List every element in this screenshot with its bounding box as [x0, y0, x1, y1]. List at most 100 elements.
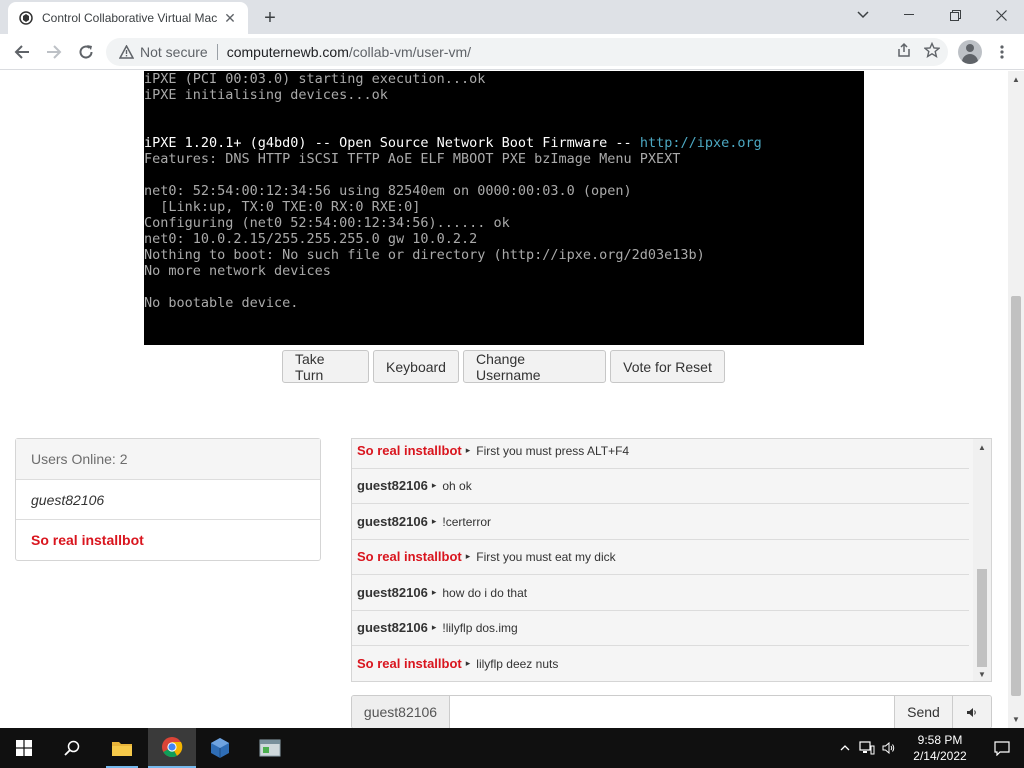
vm-line: No more network devices [144, 263, 331, 279]
change-username-button[interactable]: Change Username [463, 350, 606, 383]
url-host: computernewb.com [226, 44, 349, 60]
restore-icon[interactable] [932, 0, 978, 30]
page-scrollbar[interactable]: ▲ ▼ [1008, 71, 1024, 728]
ipxe-banner-text: -- Open Source Network Boot Firmware -- [306, 135, 640, 151]
reload-icon[interactable] [74, 40, 98, 64]
url-text[interactable]: computernewb.com/collab-vm/user-vm/ [227, 44, 471, 60]
browser-menu-icon[interactable] [990, 40, 1014, 64]
vm-line: iPXE initialising devices...ok [144, 87, 388, 103]
chat-panel[interactable]: So real installbot ▸ First you must press … [351, 438, 992, 682]
volume-tray-icon[interactable] [878, 728, 900, 768]
system-tray: 9:58 PM 2/14/2022 [834, 728, 1024, 768]
vm-display[interactable]: iPXE (PCI 00:03.0) starting execution...… [144, 71, 864, 345]
chat-username: So real installbot [357, 549, 462, 564]
address-bar[interactable]: Not secure computernewb.com/collab-vm/us… [106, 38, 948, 66]
search-icon[interactable] [48, 728, 96, 768]
vm-line: [Link:up, TX:0 TXE:0 RX:0 RXE:0] [144, 199, 421, 215]
vm-line: Features: DNS HTTP iSCSI TFTP AoE ELF MB… [144, 151, 681, 167]
users-online-header: Users Online: 2 [16, 439, 320, 480]
tab-search-icon[interactable] [840, 0, 886, 30]
address-separator [216, 44, 218, 60]
chat-input-group: guest82106 Send [351, 695, 992, 728]
ipxe-version: iPXE 1.20.1+ (g4bd0) [144, 135, 307, 151]
new-tab-button[interactable]: + [258, 6, 282, 30]
page-viewport: iPXE (PCI 00:03.0) starting execution...… [0, 71, 1008, 728]
tray-chevron-up-icon[interactable] [834, 728, 856, 768]
omnibox-actions [896, 38, 941, 66]
page-scroll-thumb[interactable] [1011, 296, 1021, 696]
message-arrow-icon: ▸ [431, 587, 437, 597]
browser-tab-strip: Control Collaborative Virtual Mac ✕ + [0, 0, 1024, 34]
window-controls [840, 0, 1024, 30]
virtualbox-icon[interactable] [196, 728, 244, 768]
chat-username: guest82106 [357, 514, 428, 529]
message-arrow-icon: ▸ [431, 480, 437, 490]
keyboard-button[interactable]: Keyboard [373, 350, 459, 383]
clock-date: 2/14/2022 [913, 749, 967, 763]
vm-line: Nothing to boot: No such file or directo… [144, 247, 705, 263]
chat-message: So real installbot ▸ First you must press … [352, 439, 969, 469]
browser-tab[interactable]: Control Collaborative Virtual Mac ✕ [8, 2, 248, 34]
vm-control-buttons: Take Turn Keyboard Change Username Vote … [282, 350, 725, 384]
forward-arrow-icon[interactable] [42, 40, 66, 64]
file-explorer-icon[interactable] [98, 728, 146, 768]
chat-text: how do i do that [442, 585, 528, 600]
user-list-item[interactable]: So real installbot [16, 520, 320, 560]
url-path: /collab-vm/user-vm/ [348, 44, 472, 60]
take-turn-button[interactable]: Take Turn [282, 350, 369, 383]
scroll-up-icon[interactable]: ▲ [978, 443, 986, 452]
share-icon[interactable] [896, 42, 912, 62]
chat-text: oh ok [442, 478, 472, 493]
chat-username: guest82106 [357, 585, 428, 600]
volume-icon[interactable] [952, 696, 991, 728]
chat-message: So real installbot ▸ First you must eat my… [352, 539, 969, 575]
page-scroll-up-icon[interactable]: ▲ [1012, 75, 1020, 84]
browser-toolbar: Not secure computernewb.com/collab-vm/us… [0, 34, 1024, 70]
vm-line [144, 103, 864, 119]
close-window-icon[interactable] [978, 0, 1024, 30]
network-icon[interactable] [856, 728, 878, 768]
windows-taskbar: 9:58 PM 2/14/2022 [0, 728, 1024, 768]
chat-text: First you must press ALT+F4 [476, 443, 630, 458]
vm-line [144, 167, 864, 183]
vm-line [144, 119, 864, 135]
bookmark-star-icon[interactable] [923, 41, 941, 62]
tab-title: Control Collaborative Virtual Mac [42, 11, 218, 25]
notifications-icon[interactable] [980, 728, 1024, 768]
vm-line: No bootable device. [144, 295, 299, 311]
tab-close-icon[interactable]: ✕ [222, 10, 238, 26]
send-button[interactable]: Send [894, 696, 952, 728]
chrome-icon[interactable] [148, 728, 196, 768]
warning-icon[interactable] [118, 44, 134, 60]
app-window-icon[interactable] [246, 728, 294, 768]
windows-start-icon[interactable] [0, 728, 48, 768]
chat-text: lilyflp deez nuts [476, 656, 559, 671]
chat-message-input[interactable] [450, 696, 894, 728]
chat-text: !certerror [442, 514, 492, 529]
vote-reset-button[interactable]: Vote for Reset [610, 350, 725, 383]
profile-avatar-icon[interactable] [958, 40, 982, 64]
chat-scrollbar[interactable]: ▲ ▼ [973, 439, 991, 681]
page-scroll-down-icon[interactable]: ▼ [1012, 715, 1020, 724]
security-label[interactable]: Not secure [140, 44, 208, 60]
vm-line: net0: 10.0.2.15/255.255.255.0 gw 10.0.2.… [144, 231, 478, 247]
chat-message: guest82106 ▸ how do i do that [352, 575, 969, 611]
vm-line: Configuring (net0 52:54:00:12:34:56)....… [144, 215, 510, 231]
scroll-down-icon[interactable]: ▼ [978, 670, 986, 679]
minimize-icon[interactable] [886, 0, 932, 30]
user-list-item[interactable]: guest82106 [16, 480, 320, 520]
chat-text: First you must eat my dick [476, 549, 616, 564]
back-arrow-icon[interactable] [10, 40, 34, 64]
message-arrow-icon: ▸ [431, 622, 437, 632]
message-arrow-icon: ▸ [465, 445, 471, 455]
chat-username-label: guest82106 [352, 696, 450, 728]
taskbar-clock[interactable]: 9:58 PM 2/14/2022 [900, 732, 980, 764]
chat-scroll-thumb[interactable] [977, 569, 987, 667]
collabvm-favicon-icon [18, 10, 34, 26]
chat-username: guest82106 [357, 478, 428, 493]
message-arrow-icon: ▸ [465, 658, 471, 668]
vm-line: iPXE (PCI 00:03.0) starting execution...… [144, 71, 486, 87]
message-arrow-icon: ▸ [431, 516, 437, 526]
chat-username: guest82106 [357, 620, 428, 635]
chat-message: guest82106 ▸ !certerror [352, 504, 969, 540]
